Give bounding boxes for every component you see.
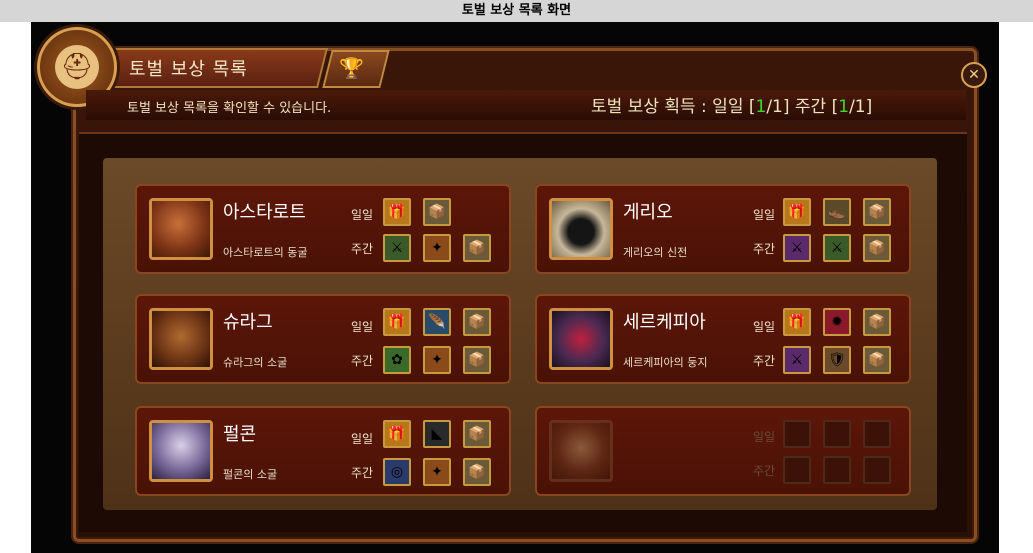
empty-reward-slot xyxy=(863,420,891,448)
reward-weapon-icon[interactable]: ⚔ xyxy=(823,234,851,262)
reward-chest-icon[interactable]: 🎁 xyxy=(783,198,811,226)
counter-sep-daily: /1] 주간 [ xyxy=(766,97,839,117)
reward-box-icon[interactable]: 📦 xyxy=(423,198,451,226)
reward-box-icon[interactable]: 📦 xyxy=(463,346,491,374)
reward-feather-icon[interactable]: 🪶 xyxy=(423,308,451,336)
daily-count: 1 xyxy=(755,97,767,117)
weekly-label: 주간 xyxy=(753,354,776,368)
boss-location: 게리오의 신전 xyxy=(623,246,688,259)
boss-card-shurag[interactable]: 슈라그 슈라그의 소굴 일일 주간 🎁 🪶 📦 ✿ ✦ 📦 xyxy=(135,294,511,384)
weekly-label: 주간 xyxy=(351,354,374,368)
weekly-label: 주간 xyxy=(351,242,374,256)
boss-portrait xyxy=(149,420,213,482)
weekly-count: 1 xyxy=(838,97,850,117)
reward-box-icon[interactable]: 📦 xyxy=(463,420,491,448)
daily-label: 일일 xyxy=(351,208,374,222)
reward-window: 토벌 보상 목록 🏆 ⛑ ✕ 토벌 보상 목록을 확인할 수 있습니다. 토벌 … xyxy=(31,22,999,553)
reward-cloak-icon[interactable]: ◣ xyxy=(423,420,451,448)
reward-weapon-icon[interactable]: ⚔ xyxy=(383,234,411,262)
reward-box-icon[interactable]: 📦 xyxy=(863,198,891,226)
reward-weapon-icon[interactable]: ⚔ xyxy=(783,234,811,262)
empty-reward-slot xyxy=(783,420,811,448)
reward-gem-icon[interactable]: ✹ xyxy=(823,308,851,336)
boss-name: 게리오 xyxy=(623,202,673,223)
reward-chest-icon[interactable]: 🎁 xyxy=(783,308,811,336)
empty-reward-slot xyxy=(863,456,891,484)
boss-portrait xyxy=(149,308,213,370)
boss-name: 아스타로트 xyxy=(223,202,306,223)
weekly-label: 주간 xyxy=(753,242,776,256)
boss-name: 펄콘 xyxy=(223,424,257,445)
reward-shoes-icon[interactable]: 👞 xyxy=(823,198,851,226)
counter-prefix: 토벌 보상 획득 : 일일 [ xyxy=(591,97,756,117)
boss-location: 아스타로트의 동굴 xyxy=(223,246,308,259)
boss-portrait xyxy=(149,198,213,260)
reward-bundle-icon[interactable]: ✦ xyxy=(423,458,451,486)
reward-box-icon[interactable]: 📦 xyxy=(863,234,891,262)
boss-location: 펄콘의 소굴 xyxy=(223,468,278,481)
boss-portrait-locked xyxy=(549,420,613,482)
reward-gem-icon[interactable]: ✿ xyxy=(383,346,411,374)
reward-chest-icon[interactable]: 🎁 xyxy=(383,308,411,336)
reward-box-icon[interactable]: 📦 xyxy=(863,308,891,336)
daily-label: 일일 xyxy=(753,208,776,222)
boss-location: 슈라그의 소굴 xyxy=(223,356,288,369)
boss-location: 세르케피아의 둥지 xyxy=(623,356,708,369)
boss-card-gerio[interactable]: 게리오 게리오의 신전 일일 주간 🎁 👞 📦 ⚔ ⚔ 📦 xyxy=(535,184,911,274)
boss-name: 슈라그 xyxy=(223,312,273,333)
daily-label: 일일 xyxy=(753,430,776,444)
empty-reward-slot xyxy=(783,456,811,484)
empty-reward-slot xyxy=(823,420,851,448)
boss-portrait xyxy=(549,308,613,370)
counter-sep-weekly: /1] xyxy=(849,97,873,117)
boss-card-pelkon[interactable]: 펄콘 펄콘의 소굴 일일 주간 🎁 ◣ 📦 ◎ ✦ 📦 xyxy=(135,406,511,496)
window-subtitle: 토벌 보상 목록을 확인할 수 있습니다. xyxy=(127,101,332,116)
reward-box-icon[interactable]: 📦 xyxy=(863,346,891,374)
reward-box-icon[interactable]: 📦 xyxy=(463,234,491,262)
daily-label: 일일 xyxy=(753,320,776,334)
close-icon[interactable]: ✕ xyxy=(961,62,987,88)
empty-reward-slot xyxy=(823,456,851,484)
boss-card-astaroth[interactable]: 아스타로트 아스타로트의 동굴 일일 주간 🎁 📦 ⚔ ✦ 📦 xyxy=(135,184,511,274)
reward-bundle-icon[interactable]: ✦ xyxy=(423,346,451,374)
trophy-icon[interactable]: 🏆 xyxy=(339,56,364,80)
reward-counter: 토벌 보상 획득 : 일일 [1/1] 주간 [1/1] xyxy=(591,92,872,117)
window-title: 토벌 보상 목록 xyxy=(129,59,248,80)
daily-label: 일일 xyxy=(351,432,374,446)
weekly-label: 주간 xyxy=(753,464,776,478)
reward-chest-icon[interactable]: 🎁 xyxy=(383,420,411,448)
page-title: 토벌 보상 목록 화면 xyxy=(0,0,1033,22)
boss-name: 세르케피아 xyxy=(623,312,706,333)
boss-portrait xyxy=(549,198,613,260)
reward-ring-icon[interactable]: ◎ xyxy=(383,458,411,486)
reward-weapon-icon[interactable]: ⚔ xyxy=(783,346,811,374)
daily-label: 일일 xyxy=(351,320,374,334)
reward-box-icon[interactable]: 📦 xyxy=(463,308,491,336)
reward-armor-icon[interactable]: 🛡 xyxy=(823,346,851,374)
reward-bundle-icon[interactable]: ✦ xyxy=(423,234,451,262)
reward-box-icon[interactable]: 📦 xyxy=(463,458,491,486)
weekly-label: 주간 xyxy=(351,466,374,480)
boss-card-locked[interactable]: 일일 주간 xyxy=(535,406,911,496)
reward-chest-icon[interactable]: 🎁 xyxy=(383,198,411,226)
boss-card-serkepia[interactable]: 세르케피아 세르케피아의 둥지 일일 주간 🎁 ✹ 📦 ⚔ 🛡 📦 xyxy=(535,294,911,384)
